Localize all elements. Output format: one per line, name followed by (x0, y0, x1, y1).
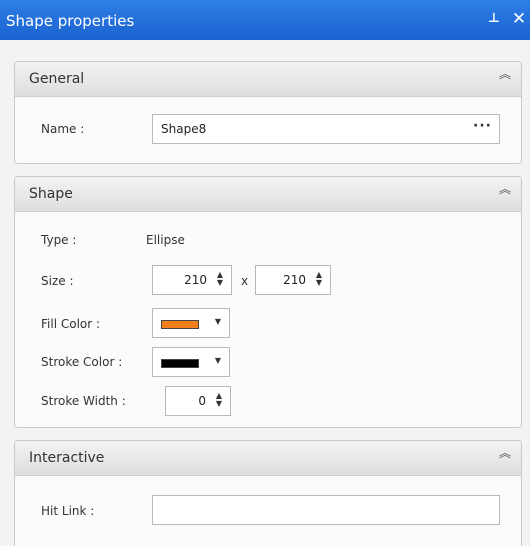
size-height-stepper[interactable]: 210 ▲ ▼ (255, 265, 331, 295)
shape-section-header[interactable]: Shape ︽ (15, 177, 521, 212)
close-icon[interactable]: ✕ (510, 9, 528, 29)
collapse-icon[interactable]: ︽ (499, 183, 511, 200)
browse-button[interactable]: ··· (473, 118, 492, 134)
spinner-down-icon[interactable]: ▼ (214, 400, 224, 408)
collapse-icon[interactable]: ︽ (499, 68, 511, 85)
stroke-width-label: Stroke Width : (41, 394, 126, 408)
chevron-down-icon[interactable]: ▼ (215, 317, 221, 326)
hit-link-field[interactable] (152, 495, 500, 525)
pin-icon[interactable]: ⊥ (487, 11, 501, 29)
fill-color-picker[interactable]: ▼ (152, 308, 230, 338)
interactive-section-title: Interactive (29, 450, 105, 466)
fill-color-swatch (161, 320, 199, 329)
panel-title-bar: Shape properties ⊥ ✕ (0, 0, 530, 40)
spinner-down-icon[interactable]: ▼ (314, 279, 324, 287)
stroke-width-value: 0 (198, 394, 206, 408)
size-width-stepper[interactable]: 210 ▲ ▼ (152, 265, 232, 295)
interactive-section: Interactive ︽ Hit Link : (14, 440, 522, 546)
chevron-down-icon[interactable]: ▼ (215, 356, 221, 365)
stroke-color-picker[interactable]: ▼ (152, 347, 230, 377)
panel-title: Shape properties (6, 12, 135, 30)
hit-link-label: Hit Link : (41, 504, 95, 518)
interactive-section-header[interactable]: Interactive ︽ (15, 441, 521, 476)
general-section-title: General (29, 71, 85, 87)
fill-color-label: Fill Color : (41, 317, 101, 331)
general-section: General ︽ Name : Shape8 ··· (14, 61, 522, 164)
stroke-width-stepper[interactable]: 0 ▲ ▼ (165, 386, 231, 416)
shape-section-title: Shape (29, 186, 73, 202)
name-label: Name : (41, 122, 85, 136)
type-value: Ellipse (146, 233, 185, 247)
name-field[interactable]: Shape8 ··· (152, 114, 500, 144)
spinner-arrows-icon[interactable]: ▲ ▼ (215, 271, 225, 289)
type-label: Type : (41, 233, 77, 247)
shape-section: Shape ︽ Type : Ellipse Size : 210 ▲ ▼ x … (14, 176, 522, 428)
collapse-icon[interactable]: ︽ (499, 447, 511, 464)
stroke-color-label: Stroke Color : (41, 355, 123, 369)
size-label: Size : (41, 274, 74, 288)
stroke-color-swatch (161, 359, 199, 368)
general-section-header[interactable]: General ︽ (15, 62, 521, 97)
spinner-arrows-icon[interactable]: ▲ ▼ (214, 392, 224, 410)
size-height-value: 210 (283, 273, 306, 287)
spinner-arrows-icon[interactable]: ▲ ▼ (314, 271, 324, 289)
spinner-down-icon[interactable]: ▼ (215, 279, 225, 287)
size-separator: x (241, 274, 249, 288)
size-width-value: 210 (184, 273, 207, 287)
name-value: Shape8 (161, 122, 207, 136)
